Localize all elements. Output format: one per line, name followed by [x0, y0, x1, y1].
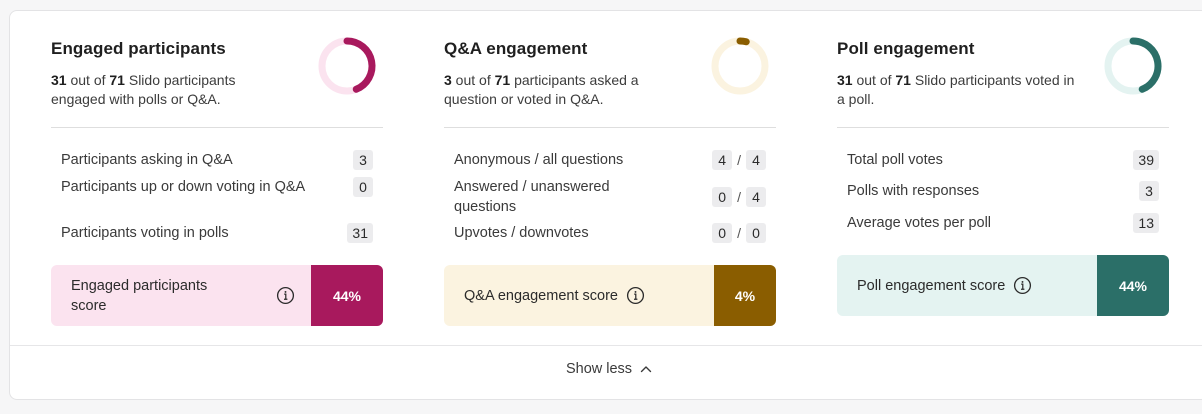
- stat-label: Upvotes / downvotes: [454, 225, 589, 241]
- card-description: 31 out of 71 Slido participants engaged …: [51, 72, 236, 107]
- engagement-ring-chart: [318, 37, 376, 95]
- show-less-button[interactable]: Show less: [10, 361, 1202, 377]
- stat-label: Answered / unanswered questions: [454, 179, 610, 215]
- stat-value-badge: 4: [746, 187, 766, 207]
- score-label: Q&A engagement score: [464, 287, 618, 304]
- chevron-up-icon: [640, 366, 652, 373]
- card-description: 3 out of 71 participants asked a questio…: [444, 72, 639, 107]
- info-icon[interactable]: [276, 286, 295, 305]
- stat-label: Participants up or down voting in Q&A: [61, 179, 306, 195]
- stat-row: Answered / unanswered questions 0/4: [454, 177, 766, 217]
- ring-progress-arc: [343, 37, 376, 93]
- stat-value-badge: 0: [712, 187, 733, 207]
- stat-label: Participants asking in Q&A: [61, 152, 233, 168]
- footer-divider: [10, 345, 1202, 346]
- stat-label: Average votes per poll: [847, 215, 992, 231]
- score-value: 44%: [311, 265, 383, 326]
- divider: [837, 127, 1169, 128]
- stat-value-badge: 0: [353, 177, 373, 197]
- stat-label: Polls with responses: [847, 183, 980, 199]
- ring-progress-arc: [736, 37, 750, 46]
- ring-progress-arc: [1129, 37, 1162, 93]
- info-icon[interactable]: [626, 286, 645, 305]
- card-description: 31 out of 71 Slido participants voted in…: [837, 72, 1075, 107]
- stat-value-badge: 0: [712, 223, 733, 243]
- stat-value-badge: 3: [1139, 181, 1159, 201]
- engagement-panel: Engaged participants 31 out of 71 Slido …: [9, 10, 1202, 400]
- card-title: Engaged participants: [51, 39, 226, 58]
- show-less-label: Show less: [565, 361, 633, 377]
- score-label: Engaged participants score: [71, 277, 208, 314]
- stat-row: Anonymous / all questions 4/4: [454, 150, 766, 170]
- stat-value-badge: 13: [1133, 213, 1159, 233]
- stat-value-pair: 0/4: [712, 187, 766, 207]
- stat-row: Upvotes / downvotes 0/0: [454, 223, 766, 243]
- card-title: Poll engagement: [837, 39, 975, 58]
- stat-value-badge: 0: [746, 223, 766, 243]
- stat-label: Participants voting in polls: [61, 225, 229, 241]
- score-label: Poll engagement score: [857, 277, 1006, 294]
- ring-track: [711, 37, 769, 95]
- stat-row: Participants up or down voting in Q&A 0: [61, 177, 373, 197]
- stat-value-badge: 4: [712, 150, 733, 170]
- score-value: 4%: [714, 265, 776, 326]
- info-icon[interactable]: [1013, 276, 1032, 295]
- stat-label: Anonymous / all questions: [454, 152, 624, 168]
- divider: [51, 127, 383, 128]
- score-value: 44%: [1097, 255, 1169, 316]
- engagement-ring-chart: [1104, 37, 1162, 95]
- stat-label: Total poll votes: [847, 152, 943, 168]
- stat-row: Polls with responses 3: [847, 181, 1159, 201]
- qa-engagement-score: Q&A engagement score 4%: [444, 265, 776, 326]
- stat-value-badge: 3: [353, 150, 373, 170]
- card-title: Q&A engagement: [444, 39, 588, 58]
- stat-value-pair: 4/4: [712, 150, 766, 170]
- divider: [444, 127, 776, 128]
- stat-row: Total poll votes 39: [847, 150, 1159, 170]
- stat-row: Participants voting in polls 31: [61, 223, 373, 243]
- stat-value-badge: 4: [746, 150, 766, 170]
- poll-engagement-score: Poll engagement score 44%: [837, 255, 1169, 316]
- stat-row: Average votes per poll 13: [847, 213, 1159, 233]
- stat-value-badge: 39: [1133, 150, 1159, 170]
- stat-value-badge: 31: [347, 223, 373, 243]
- engaged-participants-score: Engaged participants score 44%: [51, 265, 383, 326]
- engagement-ring-chart: [711, 37, 769, 95]
- stat-row: Participants asking in Q&A 3: [61, 150, 373, 170]
- stat-value-pair: 0/0: [712, 223, 766, 243]
